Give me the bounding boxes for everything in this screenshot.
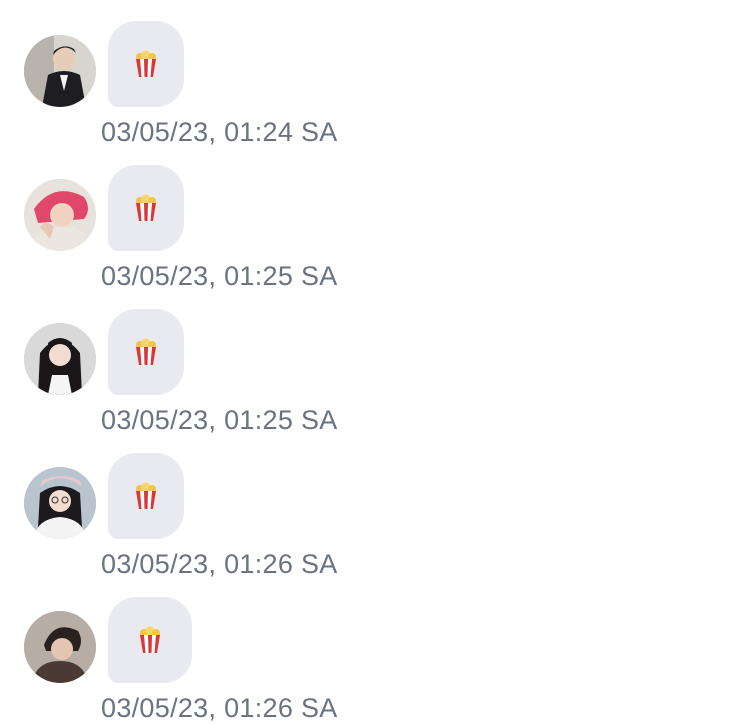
popcorn-icon [134, 338, 158, 366]
message-row: 03/05/23, 01:26 SA [0, 453, 750, 597]
message-timestamp: 03/05/23, 01:26 SA [101, 693, 338, 723]
message-row: 03/05/23, 01:25 SA [0, 165, 750, 309]
chat-thread: 03/05/23, 01:24 SA 03/05/23, 01:25 SA 03… [0, 0, 750, 724]
avatar[interactable] [24, 467, 96, 539]
avatar[interactable] [24, 611, 96, 683]
message-bubble[interactable] [108, 453, 184, 539]
message-timestamp: 03/05/23, 01:24 SA [101, 117, 338, 147]
message-bubble[interactable] [108, 21, 184, 107]
avatar[interactable] [24, 179, 96, 251]
message-timestamp: 03/05/23, 01:26 SA [101, 549, 338, 579]
message-row: 03/05/23, 01:25 SA [0, 309, 750, 453]
message-bubble[interactable] [108, 165, 184, 251]
popcorn-icon [134, 194, 158, 222]
message-timestamp: 03/05/23, 01:25 SA [101, 261, 338, 291]
popcorn-icon [134, 50, 158, 78]
avatar[interactable] [24, 323, 96, 395]
avatar[interactable] [24, 35, 96, 107]
message-row: 03/05/23, 01:24 SA [0, 21, 750, 165]
popcorn-icon [138, 626, 162, 654]
message-bubble[interactable] [108, 309, 184, 395]
message-timestamp: 03/05/23, 01:25 SA [101, 405, 338, 435]
message-bubble[interactable] [108, 597, 192, 683]
message-row: 03/05/23, 01:26 SA [0, 597, 750, 724]
popcorn-icon [134, 482, 158, 510]
